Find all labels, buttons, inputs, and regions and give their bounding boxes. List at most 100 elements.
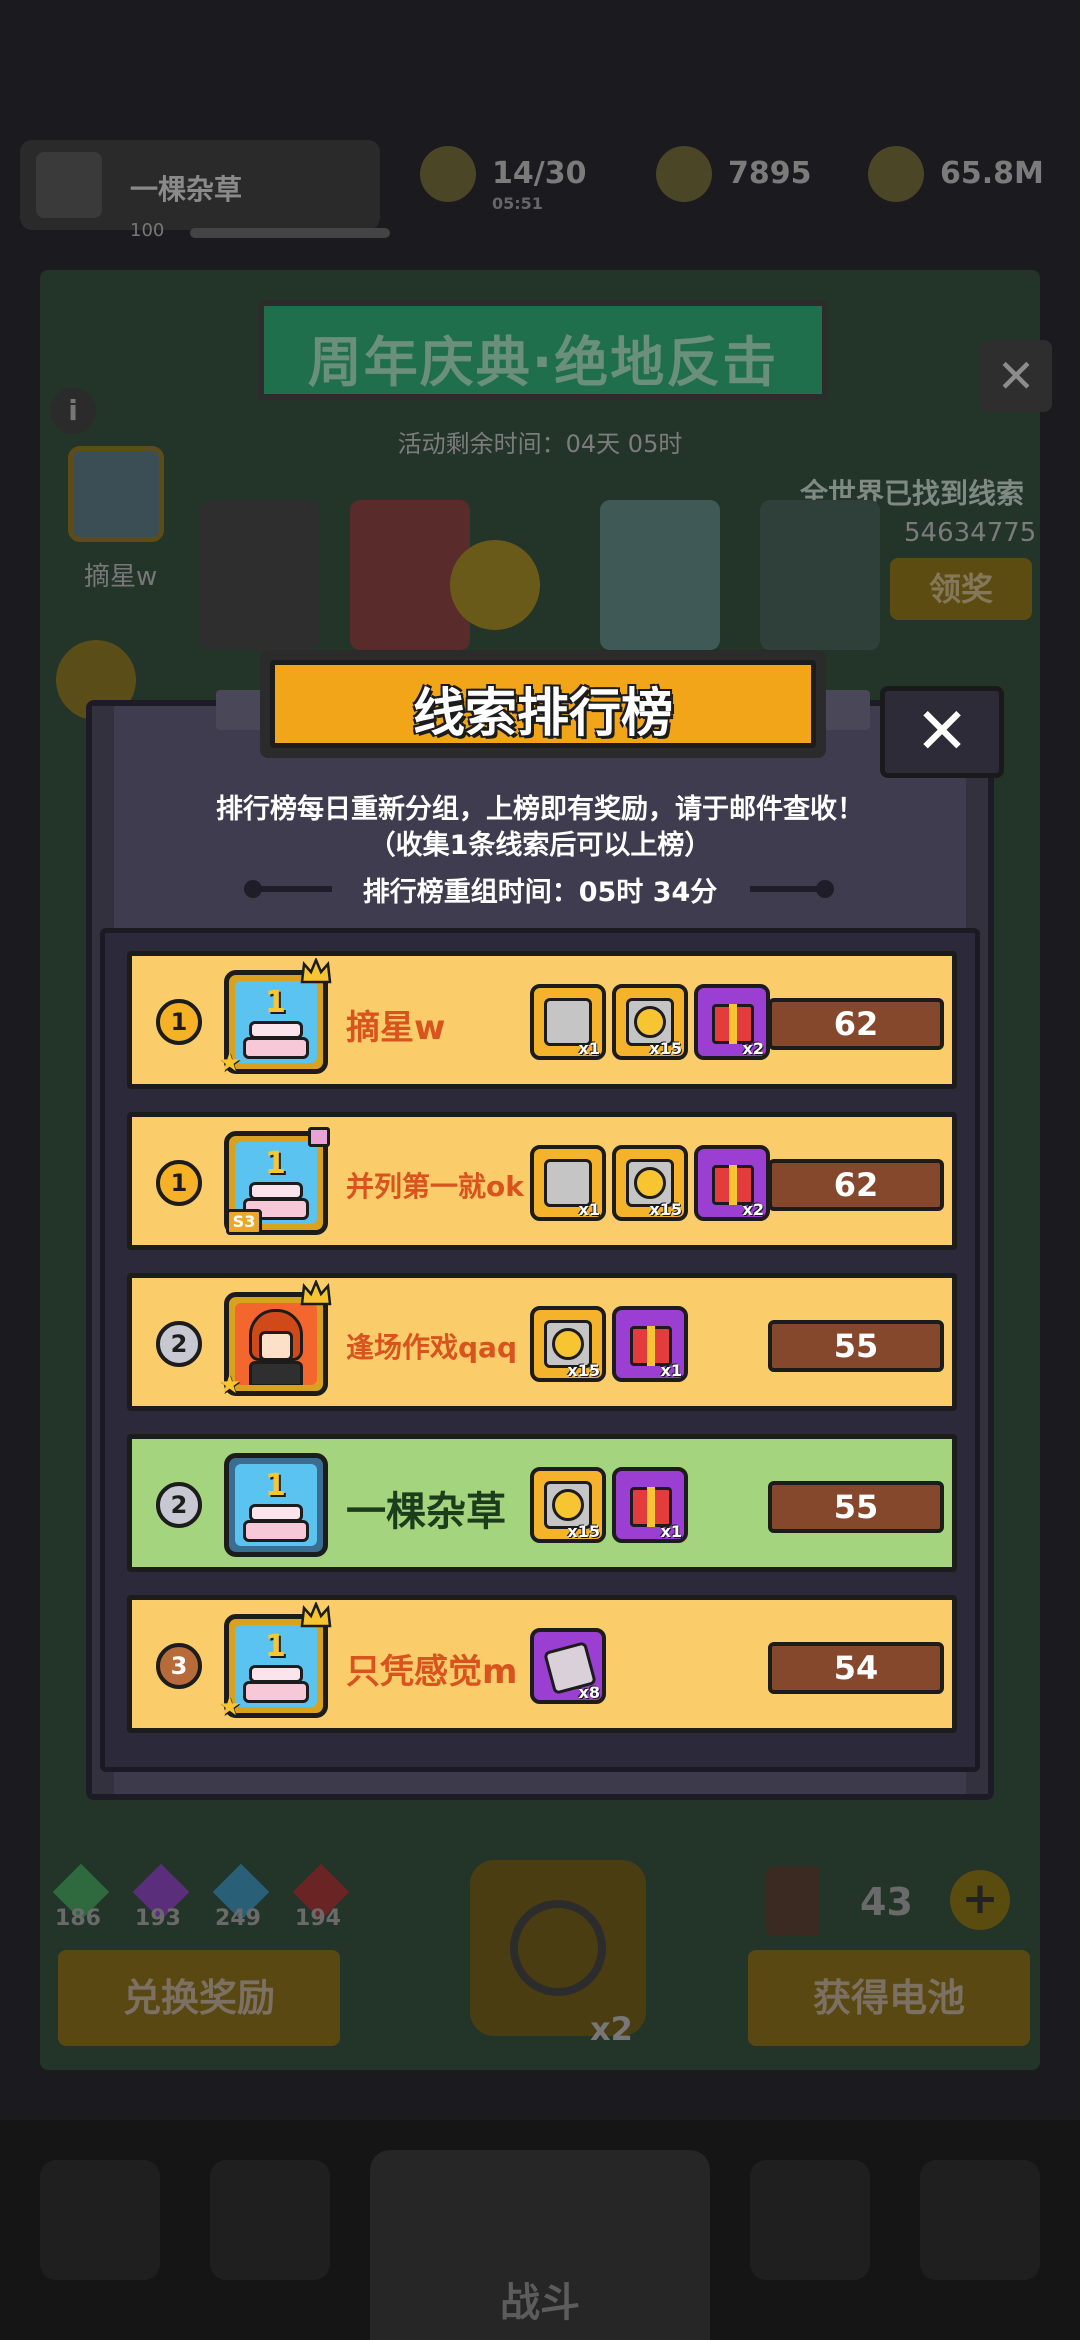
red-gem: 194 — [292, 1863, 350, 1932]
clue-score: 55 — [768, 1320, 944, 1372]
mail-icon — [308, 1127, 330, 1147]
reward-qty: x15 — [567, 1361, 600, 1380]
avatar-suit — [249, 1361, 303, 1385]
gold-coin-pack-icon[interactable]: x15 — [612, 984, 688, 1060]
leaderboard-row[interactable]: 2 ★ 逢场作戏qaq x15 x1 55 — [127, 1273, 957, 1411]
leaderboard-row[interactable]: 3 1 ★ 只凭感觉m x8 54 — [127, 1595, 957, 1733]
crown-icon — [300, 958, 332, 984]
rules-line-2: （收集1条线索后可以上榜） — [368, 830, 712, 861]
modal-title-inner: 线索排行榜 — [270, 660, 816, 748]
lock-icon — [510, 1900, 606, 1996]
energy-timer: 05:51 — [492, 194, 543, 213]
reward-qty: x15 — [567, 1522, 600, 1541]
info-icon[interactable]: i — [50, 388, 96, 434]
cake-icon: 1 — [265, 1468, 286, 1503]
reward-qty: x15 — [649, 1039, 682, 1058]
gift-box — [630, 1487, 672, 1527]
season-badge: S3 — [226, 1209, 262, 1235]
avatar-background: 1 — [235, 1464, 317, 1546]
event-banner: 周年庆典·绝地反击 — [258, 300, 828, 400]
leaderboard-row-self[interactable]: 2 1 一棵杂草 x15 x1 55 — [127, 1434, 957, 1572]
cake-layer-bottom — [243, 1520, 309, 1542]
gift-box — [712, 1165, 754, 1205]
player-avatar — [36, 152, 102, 218]
leaderboard-list[interactable]: 1 1 ★ 摘星w x1 x15 x2 62 1 1 S3 并列第一就ok x1… — [100, 928, 980, 1772]
star-icon: ★ — [218, 1048, 242, 1078]
reward-qty: x2 — [742, 1200, 764, 1219]
player-xp-bar — [190, 228, 390, 238]
reset-time: 排行榜重组时间：05时 34分 — [362, 877, 718, 908]
event-title: 周年庆典·绝地反击 — [307, 331, 779, 394]
top-player-avatar[interactable] — [68, 446, 164, 542]
cake-icon: 1 — [265, 985, 286, 1020]
close-icon: ✕ — [915, 695, 969, 769]
energy-icon — [420, 146, 476, 202]
gift-icon[interactable]: x2 — [694, 1145, 770, 1221]
leaderboard-rules: 排行榜每日重新分组，上榜即有奖励，请于邮件查收！ （收集1条线索后可以上榜） — [86, 792, 994, 864]
gold-chest-icon[interactable]: x1 — [530, 1145, 606, 1221]
claim-button[interactable]: 领奖 — [890, 558, 1032, 620]
coin-icon — [552, 1328, 584, 1360]
character-ninja — [200, 500, 320, 650]
star-icon: ★ — [218, 1370, 242, 1400]
avatar-background: 1 — [235, 981, 317, 1063]
player-name: 摘星w — [346, 1008, 446, 1048]
reward-qty: x1 — [578, 1039, 600, 1058]
gold-coin-pack-icon[interactable]: x15 — [530, 1306, 606, 1382]
rank-badge: 1 — [156, 1160, 202, 1206]
gold-coin-pack-icon[interactable]: x15 — [612, 1145, 688, 1221]
nav-gear-icon[interactable] — [210, 2160, 330, 2280]
clue-score: 55 — [768, 1481, 944, 1533]
gift-icon[interactable]: x2 — [694, 984, 770, 1060]
coin-icon — [868, 146, 924, 202]
player-name: 一棵杂草 — [130, 173, 243, 206]
rank-badge: 3 — [156, 1643, 202, 1689]
player-chip[interactable]: 一棵杂草 100 — [20, 140, 390, 241]
rank-badge: 2 — [156, 1482, 202, 1528]
leaderboard-row[interactable]: 1 1 S3 并列第一就ok x1 x15 x2 62 — [127, 1112, 957, 1250]
modal-title-plate: 线索排行榜 — [260, 650, 826, 758]
clues-found-count: 54634775 — [904, 518, 1037, 548]
reset-time-row: 排行榜重组时间：05时 34分 — [86, 868, 994, 908]
battery-count: 43 — [860, 1880, 913, 1924]
trophy-icon — [656, 146, 712, 202]
gift-icon[interactable]: x1 — [612, 1306, 688, 1382]
character-scientist — [600, 500, 720, 650]
reward-qty: x1 — [660, 1522, 682, 1541]
clue-score: 54 — [768, 1642, 944, 1694]
coin-value: 65.8M — [940, 156, 1044, 191]
player-level: 100 — [130, 220, 165, 241]
energy-value: 14/30 — [492, 156, 587, 191]
gold-chest-icon[interactable]: x1 — [530, 984, 606, 1060]
nav-shop-icon[interactable] — [40, 2160, 160, 2280]
rules-line-1: 排行榜每日重新分组，上榜即有奖励，请于邮件查收！ — [216, 794, 864, 825]
player-avatar[interactable]: 1 — [224, 1453, 328, 1557]
nav-battle-tab[interactable]: 战斗 — [370, 2150, 710, 2340]
puzzle-piece-icon[interactable]: x8 — [530, 1628, 606, 1704]
clue-score: 62 — [768, 998, 944, 1050]
green-gem: 186 — [52, 1863, 110, 1932]
nav-more-icon[interactable] — [920, 2160, 1040, 2280]
reward-qty: x2 — [742, 1039, 764, 1058]
nav-skills-icon[interactable] — [750, 2160, 870, 2280]
modal-close-button[interactable]: ✕ — [880, 686, 1004, 778]
gold-coin-pack-icon[interactable]: x15 — [530, 1467, 606, 1543]
exchange-rewards-button[interactable]: 兑换奖励 — [58, 1950, 340, 2046]
cake-icon: 1 — [265, 1629, 286, 1664]
crown-icon — [300, 1602, 332, 1628]
cake-icon: 1 — [265, 1146, 286, 1181]
clue-score: 62 — [768, 1159, 944, 1211]
modal-title: 线索排行榜 — [412, 684, 673, 744]
avatar-background: 1 — [235, 1625, 317, 1707]
get-battery-button[interactable]: 获得电池 — [748, 1950, 1030, 2046]
add-battery-icon[interactable]: + — [950, 1870, 1010, 1930]
reward-qty: x1 — [578, 1200, 600, 1219]
rank-badge: 2 — [156, 1321, 202, 1367]
avatar-face — [259, 1331, 293, 1361]
event-close-icon[interactable]: ✕ — [980, 340, 1052, 412]
gift-icon[interactable]: x1 — [612, 1467, 688, 1543]
leaderboard-row[interactable]: 1 1 ★ 摘星w x1 x15 x2 62 — [127, 951, 957, 1089]
player-name: 并列第一就ok — [346, 1170, 524, 1203]
rank-badge: 1 — [156, 999, 202, 1045]
star-icon: ★ — [218, 1692, 242, 1722]
